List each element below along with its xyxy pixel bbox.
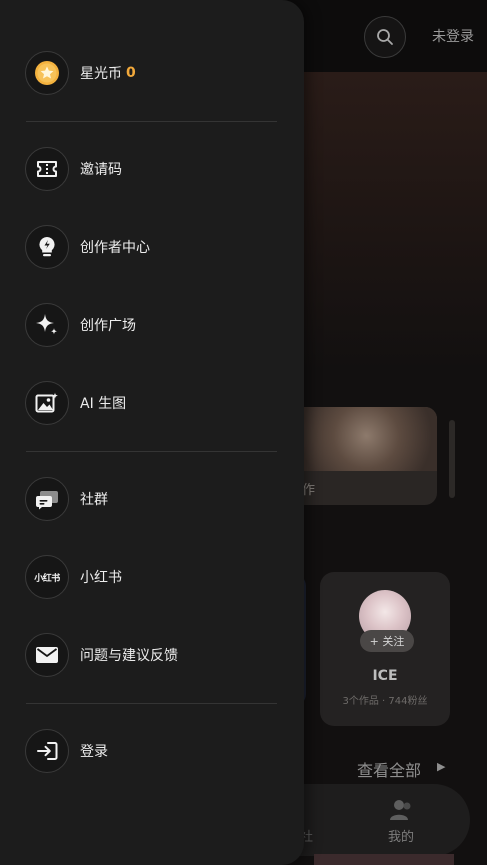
icon-wrap: [25, 303, 69, 347]
chevron-right-icon: ▶: [437, 760, 446, 773]
ticket-icon: [37, 161, 57, 177]
menu-item-label: 邀请码: [80, 162, 122, 178]
login-button[interactable]: 登录: [25, 728, 285, 774]
view-all-link[interactable]: 查看全部: [357, 757, 421, 781]
divider: [26, 121, 277, 122]
coins-label: 星光币: [80, 66, 122, 82]
search-icon: [377, 29, 393, 45]
user-group-icon: [390, 800, 411, 820]
tab-mine[interactable]: 我的: [388, 826, 414, 845]
menu-item-creator-center[interactable]: 创作者中心: [25, 224, 285, 270]
content-strip: [314, 854, 454, 865]
creator-stats: 3个作品 · 744粉丝: [342, 696, 428, 707]
icon-wrap: 小红书: [25, 555, 69, 599]
menu-item-label: 创作者中心: [80, 240, 150, 256]
side-drawer: 星光币 0 邀请码 创作者中心 创作广场 AI 生图 社群 小红书 小红书 问题…: [0, 0, 304, 865]
coin-icon-wrap: [25, 51, 69, 95]
icon-wrap: [25, 147, 69, 191]
creator-name: ICE: [372, 668, 398, 684]
menu-item-community[interactable]: 社群: [25, 476, 285, 522]
follow-button[interactable]: + 关注: [360, 630, 414, 652]
login-icon: [37, 742, 58, 760]
login-label: 登录: [80, 744, 108, 760]
icon-wrap: [25, 477, 69, 521]
icon-wrap: [25, 381, 69, 425]
divider: [26, 451, 277, 452]
lightbulb-icon: [39, 236, 55, 257]
chat-bubbles-icon: [36, 491, 58, 510]
menu-item-label: 小红书: [80, 570, 122, 586]
menu-item-label: 社群: [80, 492, 108, 508]
menu-item-xiaohongshu[interactable]: 小红书 小红书: [25, 554, 285, 600]
login-status-text[interactable]: 未登录: [432, 26, 474, 46]
menu-item-label: AI 生图: [80, 396, 127, 412]
xiaohongshu-icon: 小红书: [34, 573, 60, 584]
menu-item-invite-code[interactable]: 邀请码: [25, 146, 285, 192]
icon-wrap: [25, 225, 69, 269]
search-button[interactable]: [364, 16, 406, 58]
follow-label: + 关注: [369, 635, 405, 648]
coins-row[interactable]: 星光币 0: [25, 50, 285, 96]
sparkle-icon: [36, 314, 58, 335]
icon-wrap: [25, 633, 69, 677]
menu-item-ai-image[interactable]: AI 生图: [25, 380, 285, 426]
icon-wrap: [25, 729, 69, 773]
mail-icon: [36, 647, 58, 663]
card-edge: [449, 420, 455, 498]
star-coin-icon: [35, 61, 59, 85]
menu-item-feedback[interactable]: 问题与建议反馈: [25, 632, 285, 678]
divider: [26, 703, 277, 704]
menu-item-creation-plaza[interactable]: 创作广场: [25, 302, 285, 348]
menu-item-label: 创作广场: [80, 318, 136, 334]
ai-image-icon: [35, 392, 59, 413]
menu-item-label: 问题与建议反馈: [80, 648, 178, 664]
coins-count: 0: [126, 65, 136, 81]
